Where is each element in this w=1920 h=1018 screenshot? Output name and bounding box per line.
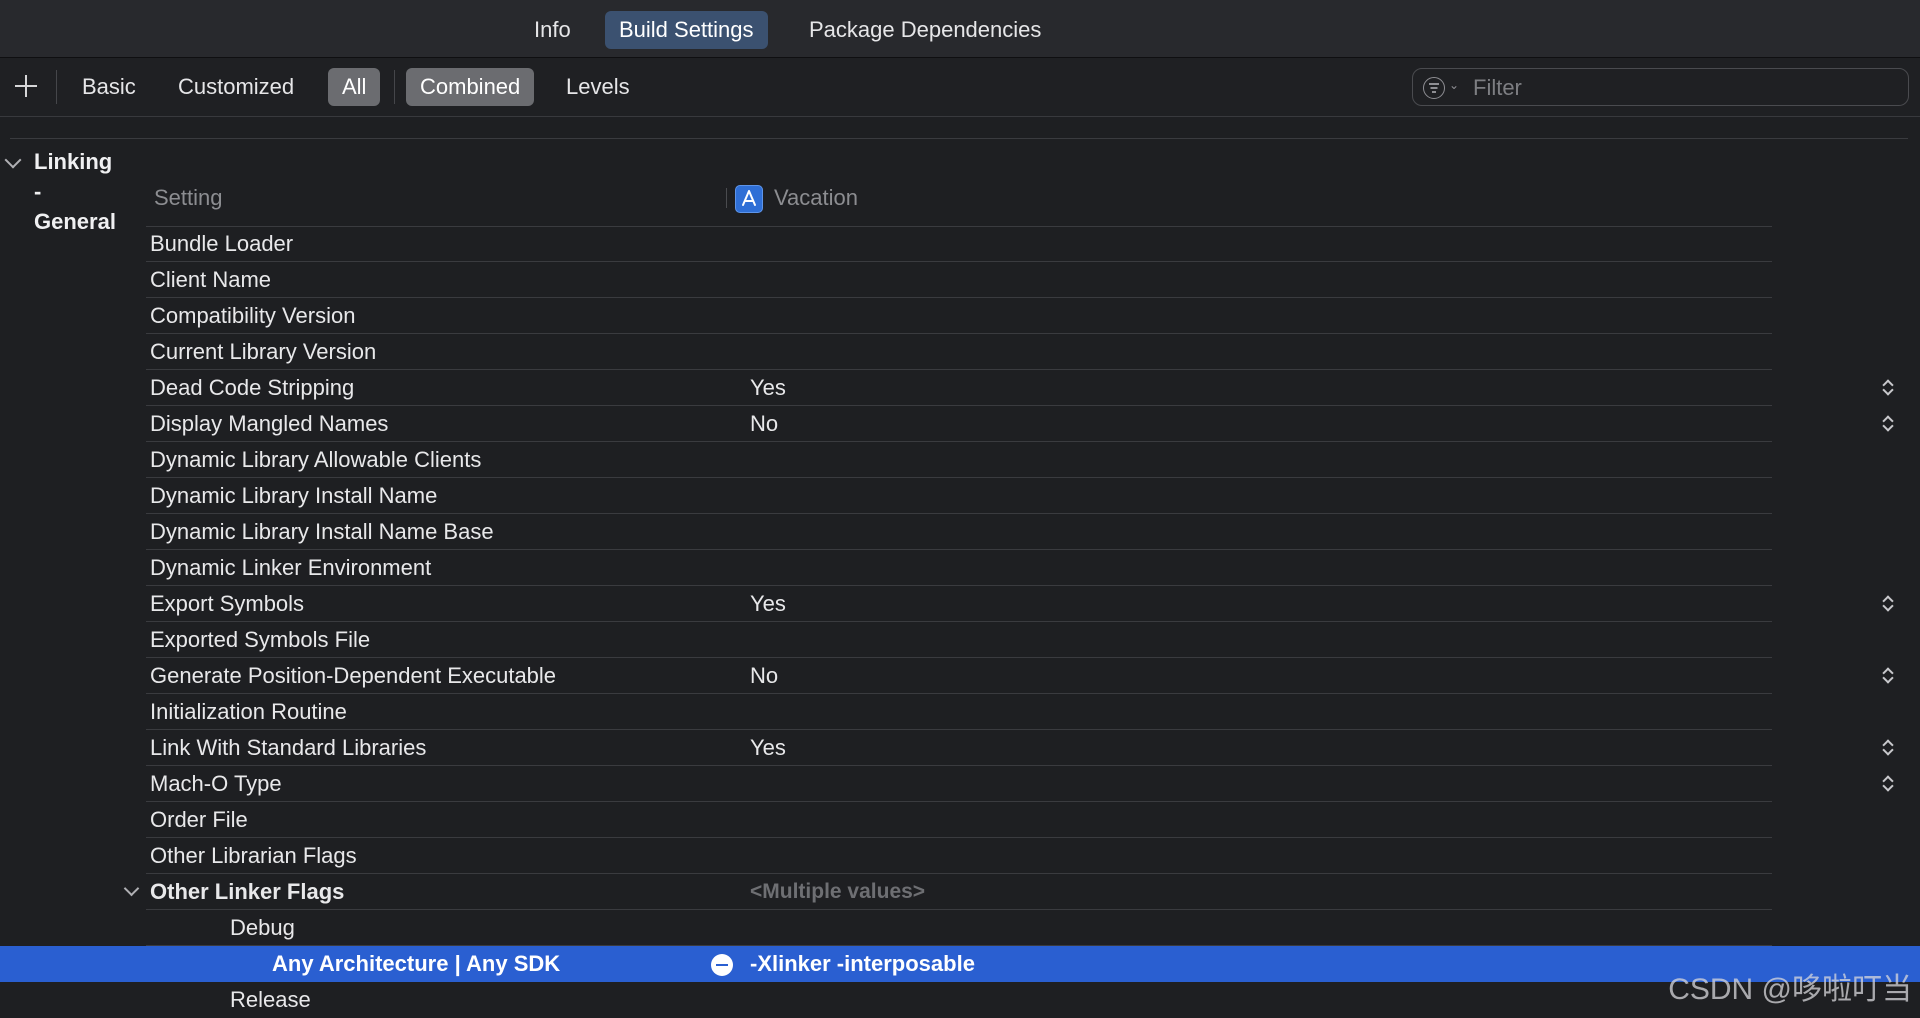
table-row[interactable]: Client Name	[0, 262, 1920, 298]
column-divider	[726, 188, 727, 208]
watermark: CSDN @哆啦叮当	[1668, 973, 1912, 1006]
table-row[interactable]: Debug	[0, 910, 1920, 946]
tab-info[interactable]: Info	[520, 11, 585, 49]
table-row[interactable]: Bundle Loader	[0, 226, 1920, 262]
divider	[56, 70, 57, 104]
stepper-icon[interactable]	[1882, 595, 1894, 613]
table-row-expanded[interactable]: Other Linker Flags <Multiple values>	[0, 874, 1920, 910]
setting-name: Other Linker Flags	[150, 879, 345, 904]
setting-value[interactable]: No	[750, 658, 778, 693]
add-setting-icon[interactable]	[12, 72, 40, 100]
setting-name: Dynamic Library Install Name Base	[150, 519, 494, 544]
setting-name: Order File	[150, 807, 248, 832]
chevron-down-icon[interactable]	[123, 880, 140, 897]
setting-value[interactable]: -Xlinker -interposable	[750, 946, 975, 981]
filter-field[interactable]: ⌄	[1412, 68, 1909, 106]
tab-build-settings[interactable]: Build Settings	[605, 11, 768, 49]
build-settings-content: Linking - General Setting Vacation Bundl…	[0, 117, 1920, 1018]
table-row[interactable]: Other Librarian Flags	[0, 838, 1920, 874]
configuration-name: Debug	[230, 915, 295, 940]
setting-value[interactable]: Yes	[750, 730, 786, 765]
filter-icon[interactable]	[1423, 77, 1445, 99]
setting-name: Dynamic Library Allowable Clients	[150, 447, 482, 472]
condition-name: Any Architecture | Any SDK	[272, 951, 561, 976]
column-header-setting: Setting	[154, 185, 223, 210]
setting-name: Current Library Version	[150, 339, 377, 364]
all-button[interactable]: All	[328, 68, 381, 106]
table-row[interactable]: Dynamic Library Install Name	[0, 478, 1920, 514]
divider	[10, 138, 1908, 139]
table-row[interactable]: Export Symbols Yes	[0, 586, 1920, 622]
editor-tab-bar: Info Build Settings Package Dependencies	[0, 0, 1920, 58]
table-row[interactable]: Dynamic Library Allowable Clients	[0, 442, 1920, 478]
build-settings-toolbar: Basic Customized All Combined Levels ⌄	[0, 58, 1920, 117]
setting-name: Dynamic Linker Environment	[150, 555, 432, 580]
setting-name: Dynamic Library Install Name	[150, 483, 438, 508]
setting-name: Export Symbols	[150, 591, 305, 616]
setting-name: Initialization Routine	[150, 699, 347, 724]
setting-name: Generate Position-Dependent Executable	[150, 663, 557, 688]
setting-name: Compatibility Version	[150, 303, 356, 328]
table-row[interactable]: Exported Symbols File	[0, 622, 1920, 658]
setting-name: Link With Standard Libraries	[150, 735, 427, 760]
configuration-name: Release	[230, 987, 311, 1012]
setting-name: Exported Symbols File	[150, 627, 371, 652]
chevron-down-icon[interactable]	[4, 151, 22, 169]
table-row[interactable]: Order File	[0, 802, 1920, 838]
table-row[interactable]: Initialization Routine	[0, 694, 1920, 730]
table-row[interactable]: Display Mangled Names No	[0, 406, 1920, 442]
divider	[394, 70, 395, 104]
setting-name: Display Mangled Names	[150, 411, 389, 436]
stepper-icon[interactable]	[1882, 415, 1894, 433]
table-row[interactable]: Generate Position-Dependent Executable No	[0, 658, 1920, 694]
customized-button[interactable]: Customized	[164, 68, 308, 106]
table-row[interactable]: Link With Standard Libraries Yes	[0, 730, 1920, 766]
table-row[interactable]: Dynamic Library Install Name Base	[0, 514, 1920, 550]
setting-name: Client Name	[150, 267, 272, 292]
table-row[interactable]: Compatibility Version	[0, 298, 1920, 334]
setting-name: Bundle Loader	[150, 231, 294, 256]
stepper-icon[interactable]	[1882, 379, 1894, 397]
chevron-down-icon[interactable]: ⌄	[1449, 78, 1459, 92]
combined-button[interactable]: Combined	[406, 68, 535, 106]
setting-name: Other Librarian Flags	[150, 843, 357, 868]
setting-value[interactable]: Yes	[750, 586, 786, 621]
app-target-icon	[735, 185, 763, 213]
table-row[interactable]: Current Library Version	[0, 334, 1920, 370]
stepper-icon[interactable]	[1882, 667, 1894, 685]
filter-input[interactable]	[1471, 73, 1895, 103]
table-row-selected[interactable]: Any Architecture | Any SDK -Xlinker -int…	[0, 946, 1920, 982]
tab-package-dependencies[interactable]: Package Dependencies	[795, 11, 1055, 49]
table-row[interactable]: Release	[0, 982, 1920, 1018]
table-row[interactable]: Dead Code Stripping Yes	[0, 370, 1920, 406]
stepper-icon[interactable]	[1882, 739, 1894, 757]
remove-condition-icon[interactable]	[711, 954, 733, 976]
table-row[interactable]: Mach-O Type	[0, 766, 1920, 802]
setting-name: Dead Code Stripping	[150, 375, 355, 400]
setting-name: Mach-O Type	[150, 771, 282, 796]
settings-list: Bundle Loader Client Name Compatibility …	[0, 226, 1920, 1018]
levels-button[interactable]: Levels	[552, 68, 644, 106]
setting-value[interactable]: <Multiple values>	[750, 874, 925, 909]
stepper-icon[interactable]	[1882, 775, 1894, 793]
column-header-target: Vacation	[774, 185, 858, 210]
setting-value[interactable]: No	[750, 406, 778, 441]
setting-value[interactable]: Yes	[750, 370, 786, 405]
basic-button[interactable]: Basic	[68, 68, 150, 106]
section-title: Linking - General	[34, 149, 116, 234]
table-row[interactable]: Dynamic Linker Environment	[0, 550, 1920, 586]
